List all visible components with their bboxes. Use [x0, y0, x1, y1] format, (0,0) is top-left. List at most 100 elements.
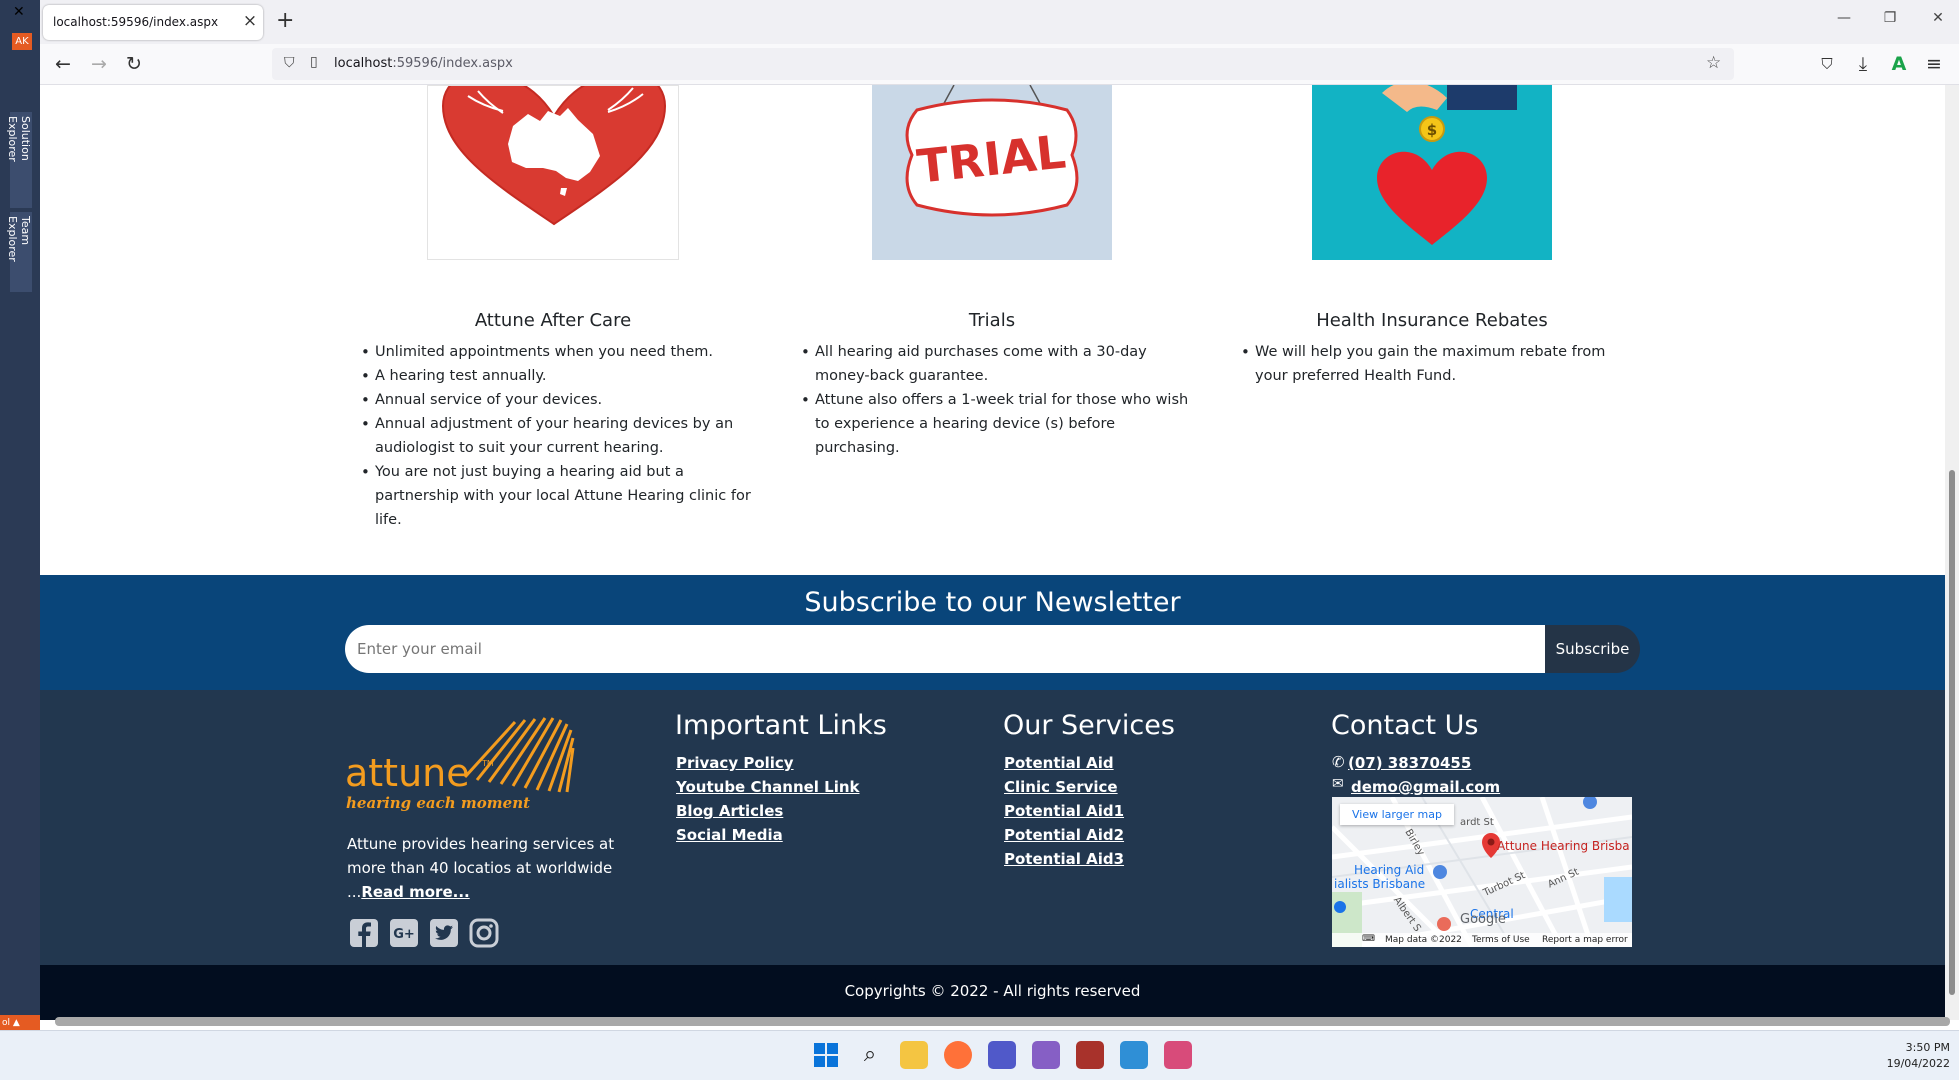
our-services-heading: Our Services	[1003, 710, 1175, 741]
twitter-icon[interactable]	[429, 918, 459, 948]
map-pin-label[interactable]: Attune Hearing Brisba	[1497, 839, 1630, 853]
clock-time: 3:50 PM	[1905, 1041, 1950, 1054]
service-title-trials: Trials	[968, 310, 1016, 331]
site-footer: attune TM hearing each moment Attune pro…	[40, 690, 1945, 965]
google-map[interactable]: View larger map Attune Hearing Brisba He…	[1332, 797, 1632, 947]
menu-icon[interactable]: ≡	[1920, 50, 1948, 78]
download-icon[interactable]: ⤓	[1849, 50, 1877, 78]
window-close-icon[interactable]: ✕	[1926, 10, 1950, 26]
taskbar: ⌕	[0, 1030, 1959, 1080]
ide-sidebar: ✕ AK Solution Explorer Team Explorer ol …	[0, 0, 40, 1080]
privacy-policy-link[interactable]: Privacy Policy	[676, 754, 794, 772]
logo-word: attune	[345, 751, 470, 795]
service-link[interactable]: Potential Aid2	[1004, 826, 1124, 844]
system-clock[interactable]: 3:50 PM 19/04/2022	[1880, 1040, 1950, 1072]
teams-icon[interactable]	[988, 1041, 1016, 1069]
view-larger-map-link[interactable]: View larger map	[1340, 804, 1454, 825]
file-explorer-icon[interactable]	[900, 1041, 928, 1069]
snipping-tool-icon[interactable]	[1164, 1041, 1192, 1069]
envelope-icon: ✉	[1332, 776, 1344, 792]
rebate-image: $	[1312, 85, 1552, 260]
svg-text:G+: G+	[393, 927, 415, 942]
keyboard-icon[interactable]: ⌨	[1362, 934, 1375, 944]
service-title-rebates: Health Insurance Rebates	[1316, 310, 1548, 331]
instagram-icon[interactable]	[469, 918, 499, 948]
social-media-link[interactable]: Social Media	[676, 826, 783, 844]
page-icon: ▯	[310, 54, 318, 70]
solution-explorer-tab[interactable]: Solution Explorer	[6, 112, 32, 208]
pocket-icon[interactable]: ⛉	[1813, 50, 1841, 78]
contact-heading: Contact Us	[1331, 710, 1479, 741]
read-more-link[interactable]: Read more...	[361, 883, 469, 901]
tab-title: localhost:59596/index.aspx	[53, 15, 219, 29]
url-text: localhost:59596/index.aspx	[334, 56, 513, 71]
blog-articles-link[interactable]: Blog Articles	[676, 802, 783, 820]
team-explorer-tab[interactable]: Team Explorer	[6, 212, 32, 292]
list-item: Annual adjustment of your hearing device…	[359, 412, 754, 460]
shield-icon[interactable]: ⛉	[284, 55, 295, 71]
address-bar[interactable]: ⛉ ▯ localhost:59596/index.aspx ☆	[272, 48, 1734, 80]
list-item: You are not just buying a hearing aid bu…	[359, 460, 754, 532]
important-links-heading: Important Links	[675, 710, 887, 741]
list-item: A hearing test annually.	[359, 364, 754, 388]
list-item: Attune also offers a 1-week trial for th…	[799, 388, 1194, 460]
service-link[interactable]: Potential Aid1	[1004, 802, 1124, 820]
logo-tagline: hearing each moment	[346, 794, 530, 812]
notepad-icon[interactable]	[1120, 1041, 1148, 1069]
email-input[interactable]	[345, 625, 1545, 673]
newsletter-title: Subscribe to our Newsletter	[804, 587, 1181, 618]
horizontal-scrollbar[interactable]	[55, 1017, 1950, 1026]
aftercare-image	[427, 85, 679, 260]
email-link[interactable]: demo@gmail.com	[1351, 778, 1500, 796]
firefox-icon[interactable]	[944, 1041, 972, 1069]
scrollbar-thumb[interactable]	[1949, 470, 1955, 995]
windows-start-icon[interactable]	[812, 1041, 840, 1069]
browser-tabbar: localhost:59596/index.aspx × + — ❐ ✕	[40, 0, 1959, 44]
search-icon[interactable]: ⌕	[856, 1041, 884, 1069]
logo-tm: TM	[481, 759, 494, 768]
report-link[interactable]: Report a map error	[1542, 935, 1628, 945]
newsletter-section: Subscribe to our Newsletter Subscribe	[40, 575, 1945, 690]
browser-navbar: ← → ↻ ⛉ ▯ localhost:59596/index.aspx ☆ ⛉…	[40, 44, 1959, 85]
bookmark-star-icon[interactable]: ☆	[1706, 53, 1721, 73]
user-badge[interactable]: AK	[12, 33, 32, 50]
facebook-icon[interactable]	[349, 918, 379, 948]
map-data-text: Map data ©2022	[1385, 935, 1462, 945]
list-item: Unlimited appointments when you need the…	[359, 340, 754, 364]
copyright-bar: Copyrights © 2022 - All rights reserved	[40, 965, 1945, 1020]
list-item: We will help you gain the maximum rebate…	[1239, 340, 1634, 388]
restore-icon[interactable]: ❐	[1878, 10, 1902, 26]
rebates-list: We will help you gain the maximum rebate…	[1239, 340, 1634, 388]
minimize-icon[interactable]: —	[1832, 10, 1856, 26]
tab-close-icon[interactable]: ×	[239, 11, 261, 31]
list-item: All hearing aid purchases come with a 30…	[799, 340, 1194, 388]
reload-icon[interactable]: ↻	[120, 50, 148, 78]
attune-logo: attune TM hearing each moment	[345, 702, 615, 822]
forward-icon[interactable]: →	[85, 50, 113, 78]
close-icon[interactable]: ✕	[13, 4, 25, 20]
svg-text:$: $	[1427, 121, 1437, 139]
browser-tab[interactable]: localhost:59596/index.aspx ×	[43, 5, 263, 40]
phone-icon: ✆	[1332, 753, 1345, 771]
ide-status-label[interactable]: ol ▲	[0, 1015, 40, 1031]
extension-icon[interactable]: A	[1885, 50, 1913, 78]
visual-studio-icon[interactable]	[1032, 1041, 1060, 1069]
map-place-label: ialists Brisbane	[1334, 877, 1426, 891]
copyright-text: Copyrights © 2022 - All rights reserved	[844, 982, 1141, 1000]
archive-app-icon[interactable]	[1076, 1041, 1104, 1069]
subscribe-button[interactable]: Subscribe	[1545, 625, 1640, 673]
phone-link[interactable]: (07) 38370455	[1348, 754, 1471, 772]
new-tab-button[interactable]: +	[276, 8, 294, 33]
back-icon[interactable]: ←	[49, 50, 77, 78]
terms-link[interactable]: Terms of Use	[1472, 935, 1530, 945]
aftercare-list: Unlimited appointments when you need the…	[359, 340, 754, 532]
service-link[interactable]: Potential Aid3	[1004, 850, 1124, 868]
about-text: Attune provides hearing services at more…	[347, 835, 615, 901]
map-place-label: Hearing Aid	[1354, 863, 1425, 877]
service-title-aftercare: Attune After Care	[474, 310, 632, 331]
google-logo: Google	[1460, 912, 1506, 927]
google-plus-icon[interactable]: G+	[389, 918, 419, 948]
service-link[interactable]: Potential Aid	[1004, 754, 1114, 772]
service-link[interactable]: Clinic Service	[1004, 778, 1118, 796]
youtube-link[interactable]: Youtube Channel Link	[676, 778, 860, 796]
